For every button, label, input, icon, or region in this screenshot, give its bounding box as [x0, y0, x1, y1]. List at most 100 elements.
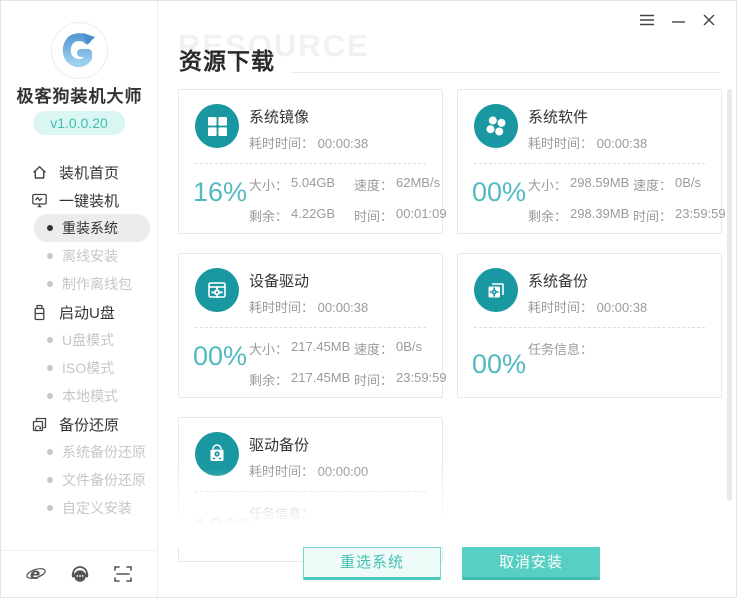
elapsed-value: 00:00:38 [596, 300, 648, 315]
bullet-icon [47, 505, 53, 511]
sidebar-item-usb-mode[interactable]: U盘模式 [34, 326, 150, 354]
sidebar-item-system-backup-restore[interactable]: 系统备份还原 [34, 438, 150, 466]
sidebar-item-backup-restore[interactable]: 备份还原 [1, 410, 158, 438]
sidebar-item-label: 装机首页 [59, 164, 120, 182]
card-title: 驱动备份 [249, 437, 310, 454]
card-system-backup: 系统备份 耗时时间： 00:00:38 00% 任务信息： [457, 253, 722, 398]
remain-value: 217.45MB [291, 370, 351, 385]
elapsed-value: 00:00:38 [596, 136, 648, 151]
elapsed-value: 00:00:38 [317, 136, 369, 151]
main-content: RESOURCE 资源下载 系统镜像 耗时时间： 00:00:38 16% 大小… [159, 1, 736, 597]
monitor-icon [31, 192, 48, 209]
card-percent: 00% [472, 349, 527, 379]
sidebar-item-label: 本地模式 [62, 388, 118, 404]
sidebar-item-file-backup-restore[interactable]: 文件备份还原 [34, 466, 150, 494]
sidebar-item-custom-install[interactable]: 自定义安装 [34, 494, 150, 522]
sidebar-item-label: 备份还原 [59, 416, 120, 434]
card-elapsed: 耗时时间： 00:00:00 [249, 461, 368, 480]
app-name: 极客狗装机大师 [16, 87, 143, 106]
hard-drive-icon [195, 432, 239, 476]
sidebar-item-make-offline-pack[interactable]: 制作离线包 [34, 270, 150, 298]
task-info-label: 任务信息： [249, 506, 315, 521]
sidebar-item-label: 系统备份还原 [62, 444, 146, 460]
card-percent: 16% [193, 177, 248, 207]
card-device-driver: 设备驱动 耗时时间： 00:00:38 00% 大小： 217.45MB 速度： 0… [178, 253, 447, 398]
bullet-icon [47, 281, 53, 287]
bullet-icon [47, 225, 53, 231]
sidebar-item-offline-install[interactable]: 离线安装 [34, 242, 150, 270]
sidebar-item-reinstall-system[interactable]: 重装系统 [34, 214, 150, 242]
task-info-label: 任务信息： [528, 342, 594, 357]
title-divider [290, 72, 720, 73]
sidebar-item-label: 重装系统 [62, 220, 118, 236]
remain-value: 4.22GB [291, 206, 336, 221]
remain-label: 剩余： [249, 209, 289, 224]
sidebar-item-label: ISO模式 [62, 360, 115, 376]
app-logo [51, 22, 108, 79]
restore-icon [31, 416, 48, 433]
bullet-icon [47, 477, 53, 483]
backup-gear-icon [474, 268, 518, 312]
support-headset-icon[interactable] [69, 563, 91, 585]
card-elapsed: 耗时时间： 00:00:38 [249, 297, 368, 316]
card-title: 系统镜像 [249, 109, 310, 126]
size-label: 大小： [249, 178, 289, 193]
time-value: 23:59:59 [396, 370, 447, 385]
hamburger-icon[interactable] [638, 11, 656, 29]
elapsed-value: 00:00:00 [317, 464, 369, 479]
time-value: 00:01:09 [396, 206, 447, 221]
speed-label: 速度： [354, 342, 394, 357]
card-system-software: 系统软件 耗时时间： 00:00:38 00% 大小： 298.59MB 速度： 0… [457, 89, 726, 234]
card-stats: 大小： 5.04GB 速度： 62MB/s 剩余： 4.22GB 时间： 00:01:0… [249, 175, 447, 237]
sidebar-item-label: 一键装机 [59, 192, 120, 210]
version-badge: v1.0.0.20 [33, 111, 125, 135]
card-title: 系统备份 [528, 273, 589, 290]
speed-value: 0B/s [675, 175, 702, 190]
scrollbar-thumb[interactable] [727, 89, 732, 501]
sidebar-item-home[interactable]: 装机首页 [1, 158, 158, 186]
sidebar-item-label: 文件备份还原 [62, 472, 146, 488]
cancel-install-button[interactable]: 取消安装 [462, 547, 600, 580]
size-label: 大小： [528, 178, 568, 193]
time-label: 时间： [354, 209, 394, 224]
size-value: 298.59MB [570, 175, 630, 190]
bullet-icon [47, 253, 53, 259]
sidebar-nav: 装机首页 一键装机 重装系统 离线安装 制作离线包 启动U盘 U盘模式 ISO模… [1, 158, 158, 522]
windows-grid-icon [195, 104, 239, 148]
page-title: 资源下载 [179, 48, 275, 74]
time-label: 时间： [354, 373, 394, 388]
sidebar-item-onekey[interactable]: 一键装机 [1, 186, 158, 214]
sidebar-item-label: 制作离线包 [62, 276, 132, 292]
elapsed-label: 耗时时间： [528, 300, 594, 315]
window-controls [638, 11, 718, 29]
sidebar-item-label: 离线安装 [62, 248, 118, 264]
sidebar: 极客狗装机大师 v1.0.0.20 装机首页 一键装机 重装系统 离线安装 制作… [1, 1, 158, 597]
sidebar-item-label: U盘模式 [62, 332, 115, 348]
card-divider [474, 163, 705, 164]
elapsed-label: 耗时时间： [249, 464, 315, 479]
minimize-icon[interactable] [669, 11, 687, 29]
sidebar-item-label: 自定义安装 [62, 500, 132, 516]
sidebar-item-label: 启动U盘 [59, 304, 115, 322]
sidebar-item-boot-usb[interactable]: 启动U盘 [1, 298, 158, 326]
reselect-system-button[interactable]: 重选系统 [303, 547, 441, 580]
driver-gear-box-icon [195, 268, 239, 312]
bullet-icon [47, 337, 53, 343]
size-value: 5.04GB [291, 175, 336, 190]
ie-browser-icon[interactable]: e [25, 563, 47, 585]
size-label: 大小： [249, 342, 289, 357]
scan-icon[interactable] [112, 563, 134, 585]
home-icon [31, 164, 48, 181]
bullet-icon [47, 393, 53, 399]
card-driver-backup: 驱动备份 耗时时间： 00:00:00 100% 任务信息： [178, 417, 443, 562]
speed-value: 0B/s [396, 339, 423, 354]
app-window: 极客狗装机大师 v1.0.0.20 装机首页 一键装机 重装系统 离线安装 制作… [0, 0, 737, 598]
card-divider [474, 327, 705, 328]
svg-text:e: e [30, 565, 40, 583]
remain-value: 298.39MB [570, 206, 630, 221]
card-title: 系统软件 [528, 109, 589, 126]
sidebar-item-local-mode[interactable]: 本地模式 [34, 382, 150, 410]
card-elapsed: 耗时时间： 00:00:38 [528, 297, 647, 316]
close-icon[interactable] [700, 11, 718, 29]
sidebar-item-iso-mode[interactable]: ISO模式 [34, 354, 150, 382]
